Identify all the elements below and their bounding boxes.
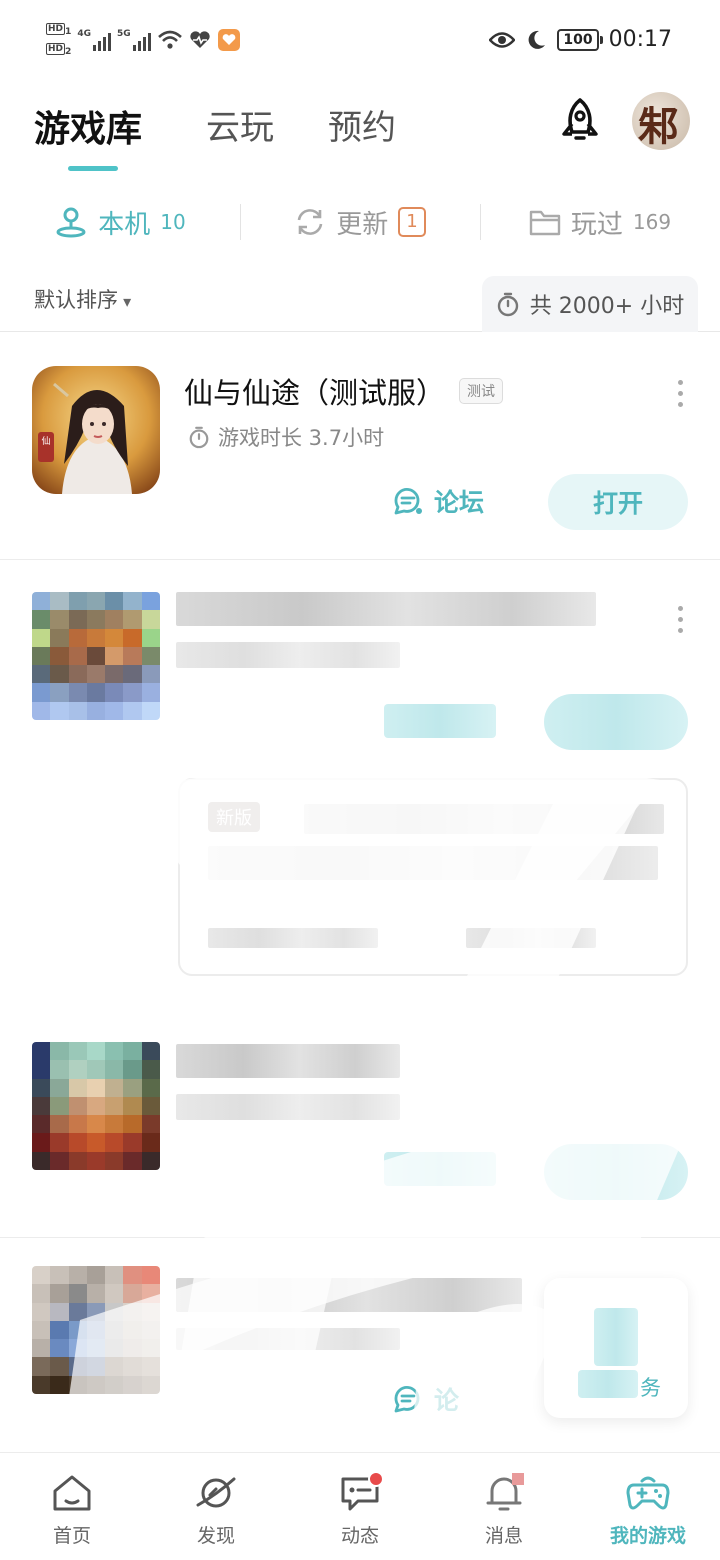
active-tab-indicator: [68, 166, 118, 171]
news-meta: [208, 928, 378, 948]
notification-dot: [368, 1471, 384, 1487]
update-count-badge: 1: [398, 207, 426, 237]
stopwatch-icon: [497, 292, 518, 317]
heart-health-icon: [190, 31, 210, 49]
filter-played[interactable]: 玩过 169: [480, 192, 720, 252]
news-headline: [304, 804, 664, 834]
sort-dropdown[interactable]: 默认排序: [34, 284, 131, 314]
hd-indicator: HD 1 HD 2: [46, 23, 72, 58]
top-header: 游戏库 云玩 预约 邾: [0, 88, 720, 178]
forum-label: 论坛: [434, 488, 485, 517]
filter-local[interactable]: 本机 10: [0, 192, 240, 252]
obscured-playtime: [176, 1094, 400, 1120]
filter-local-label: 本机: [98, 209, 151, 240]
filter-local-count: 10: [160, 210, 186, 234]
bell-icon: [486, 1473, 524, 1511]
game-icon[interactable]: 仙: [32, 366, 160, 494]
game-card-obscured[interactable]: [0, 1010, 720, 1238]
game-title-row: 仙与仙途（测试服） 测试: [184, 370, 504, 412]
obscured-title: [176, 592, 596, 626]
status-right: 100 00:17: [489, 27, 672, 52]
open-game-button[interactable]: 打开: [548, 474, 688, 530]
task-floating-button[interactable]: 务: [544, 1278, 688, 1418]
gamepad-icon: [626, 1476, 670, 1510]
rocket-icon[interactable]: [554, 96, 606, 148]
obscured-open-button[interactable]: [544, 694, 688, 750]
obscured-open-button[interactable]: [544, 1144, 688, 1200]
app-notification-icon: [217, 29, 240, 52]
forum-button[interactable]: 论: [392, 1374, 459, 1424]
obscured-forum-button[interactable]: [384, 1152, 496, 1186]
task-icon: [594, 1308, 638, 1366]
total-playtime-label: 共 2000+ 小时: [529, 294, 685, 319]
forum-button[interactable]: 论坛: [392, 476, 484, 526]
nav-discover-label: 发现: [196, 1525, 235, 1547]
obscured-playtime: [176, 1328, 400, 1350]
moon-icon: [528, 30, 546, 49]
wifi-icon: [157, 30, 182, 49]
filter-updates[interactable]: 更新 1: [240, 192, 480, 252]
game-title: 仙与仙途（测试服）: [184, 376, 446, 410]
news-card[interactable]: 新版: [178, 778, 688, 976]
phone-user-icon: [56, 207, 86, 238]
tab-reservations[interactable]: 预约: [328, 100, 396, 149]
planet-icon: [196, 1477, 236, 1508]
total-playtime-chip[interactable]: 共 2000+ 小时: [482, 276, 698, 332]
status-left: HD 1 HD 2 4G 5G: [46, 22, 241, 58]
nav-discover[interactable]: 发现: [144, 1453, 288, 1560]
game-icon-pixelated[interactable]: [32, 1042, 160, 1170]
tab-cloud-play[interactable]: 云玩: [206, 100, 274, 149]
game-playtime: 游戏时长 3.7小时: [188, 422, 384, 452]
filter-played-label: 玩过: [570, 209, 623, 240]
home-icon: [53, 1475, 91, 1511]
more-options-icon[interactable]: [678, 380, 684, 407]
filter-row: 本机 10 更新 1 玩过 169: [0, 192, 720, 252]
game-icon-pixelated[interactable]: [32, 1266, 160, 1394]
news-body: [208, 846, 658, 880]
obscured-title: [176, 1278, 522, 1312]
user-avatar[interactable]: 邾: [632, 92, 690, 150]
more-options-icon[interactable]: [678, 606, 684, 633]
nav-feed-label: 动态: [340, 1525, 379, 1547]
filter-played-count: 169: [632, 210, 672, 234]
test-tag: 测试: [459, 378, 504, 404]
signal-4g-icon: 4G: [77, 29, 112, 52]
refresh-icon: [297, 209, 323, 235]
nav-my-games-label: 我的游戏: [609, 1525, 686, 1547]
forum-icon: [394, 488, 422, 515]
nav-my-games[interactable]: 我的游戏: [576, 1453, 720, 1560]
nav-feed[interactable]: 动态: [288, 1453, 432, 1560]
obscured-playtime: [176, 642, 400, 668]
eye-comfort-icon: [489, 31, 516, 48]
forum-icon: [394, 1386, 420, 1413]
sort-row: 默认排序 共 2000+ 小时: [0, 276, 720, 332]
signal-5g-icon: 5G: [117, 29, 151, 52]
obscured-title: [176, 1044, 400, 1078]
folder-icon: [529, 210, 561, 236]
news-meta-2: [466, 928, 596, 948]
game-icon-pixelated[interactable]: [32, 592, 160, 720]
task-label-obscured: [578, 1370, 638, 1398]
clock: 00:17: [608, 27, 672, 52]
forum-label-partial: 论: [434, 1386, 460, 1415]
nav-messages[interactable]: 消息: [432, 1453, 576, 1560]
status-bar: HD 1 HD 2 4G 5G 100 00:17: [0, 0, 720, 80]
obscured-forum-button[interactable]: [384, 704, 496, 738]
stopwatch-icon: [189, 426, 209, 449]
battery-indicator: 100: [557, 28, 603, 51]
bottom-nav: 首页 发现 动态 消息 我的游戏: [0, 1452, 720, 1560]
nav-messages-label: 消息: [484, 1525, 523, 1547]
filter-updates-label: 更新: [336, 209, 389, 240]
task-label-partial: 务: [640, 1376, 661, 1400]
game-card[interactable]: 仙 仙与仙途（测试服） 测试 游戏时长 3.7小时 论坛 打开: [0, 334, 720, 560]
nav-home-label: 首页: [52, 1525, 91, 1547]
news-tag: 新版: [208, 802, 260, 832]
svg-text:仙: 仙: [41, 435, 50, 447]
nav-home[interactable]: 首页: [0, 1453, 144, 1560]
tab-game-library[interactable]: 游戏库: [34, 100, 142, 152]
game-playtime-label: 游戏时长 3.7小时: [218, 426, 385, 450]
